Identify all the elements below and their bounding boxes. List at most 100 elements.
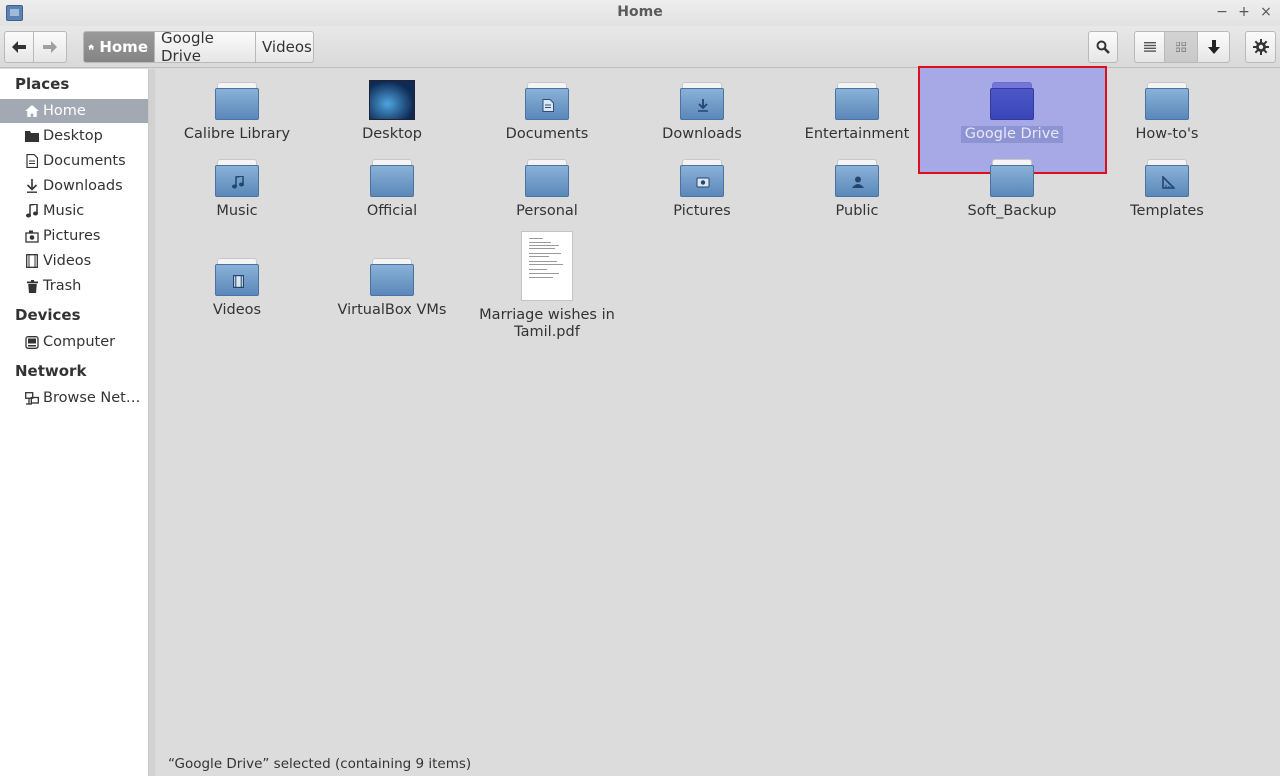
forward-button[interactable] bbox=[34, 31, 67, 63]
trash-icon bbox=[25, 279, 39, 293]
file-item-downloads[interactable]: Downloads bbox=[627, 80, 777, 143]
sidebar-item-label: Music bbox=[43, 203, 85, 219]
arrow-left-icon bbox=[12, 41, 26, 53]
breadcrumb-videos[interactable]: Videos bbox=[256, 31, 314, 63]
file-item-label: How-to's bbox=[1135, 126, 1199, 142]
list-view-button[interactable] bbox=[1134, 31, 1165, 63]
documents-icon bbox=[25, 154, 39, 168]
file-item-marriage-wishes-pdf[interactable]: Marriage wishes in Tamil.pdf bbox=[472, 231, 622, 341]
window-title: Home bbox=[617, 4, 663, 20]
view-options-button[interactable] bbox=[1198, 31, 1230, 63]
file-item-label: Desktop bbox=[362, 126, 422, 142]
file-item-label-line1: Marriage wishes in bbox=[479, 307, 615, 323]
sidebar-item-label: Downloads bbox=[43, 178, 123, 194]
file-item-google-drive[interactable]: Google Drive bbox=[937, 80, 1087, 143]
pdf-thumbnail-icon bbox=[521, 231, 573, 301]
pictures-icon bbox=[25, 229, 39, 243]
sidebar-item-videos[interactable]: Videos bbox=[0, 249, 148, 273]
maximize-button[interactable]: + bbox=[1236, 4, 1252, 20]
places-heading: Places bbox=[15, 75, 70, 93]
sidebar-item-label: Pictures bbox=[43, 228, 101, 244]
videos-icon bbox=[25, 254, 39, 268]
gear-icon bbox=[1252, 39, 1269, 55]
sidebar-item-music[interactable]: Music bbox=[0, 199, 148, 223]
title-bar: Home − + × bbox=[0, 0, 1280, 26]
desktop-thumbnail-icon bbox=[369, 80, 415, 120]
back-button[interactable] bbox=[4, 31, 34, 63]
folder-templates-icon bbox=[1145, 157, 1189, 197]
downloads-icon bbox=[25, 179, 39, 193]
breadcrumb: Home Google Drive Videos bbox=[83, 29, 314, 65]
file-item-label: Public bbox=[835, 203, 879, 219]
file-item-pictures[interactable]: Pictures bbox=[627, 157, 777, 220]
folder-icon bbox=[370, 157, 414, 197]
breadcrumb-home[interactable]: Home bbox=[83, 31, 155, 63]
file-item-how-tos[interactable]: How-to's bbox=[1092, 80, 1242, 143]
sidebar-item-browse-network[interactable]: Browse Net… bbox=[0, 386, 148, 410]
file-item-soft-backup[interactable]: Soft_Backup bbox=[937, 157, 1087, 220]
file-item-label: Templates bbox=[1130, 203, 1204, 219]
folder-public-icon bbox=[835, 157, 879, 197]
computer-icon bbox=[25, 335, 39, 349]
arrow-right-icon bbox=[43, 41, 57, 53]
file-item-desktop[interactable]: Desktop bbox=[317, 80, 467, 143]
file-item-label: Google Drive bbox=[960, 126, 1064, 143]
sidebar-resize-handle[interactable] bbox=[148, 69, 155, 776]
toolbar: Home Google Drive Videos bbox=[0, 26, 1280, 68]
search-icon bbox=[1096, 40, 1110, 54]
file-item-label: Documents bbox=[505, 126, 589, 142]
sidebar-item-documents[interactable]: Documents bbox=[0, 149, 148, 173]
folder-icon bbox=[835, 80, 879, 120]
sidebar-item-trash[interactable]: Trash bbox=[0, 274, 148, 298]
close-button[interactable]: × bbox=[1258, 4, 1274, 20]
home-icon bbox=[88, 44, 95, 50]
sidebar-item-label: Computer bbox=[43, 334, 116, 350]
file-item-official[interactable]: Official bbox=[317, 157, 467, 220]
sidebar-item-label: Trash bbox=[43, 278, 82, 294]
status-bar-text: “Google Drive” selected (containing 9 it… bbox=[168, 756, 472, 772]
file-item-label: Pictures bbox=[673, 203, 731, 219]
devices-heading: Devices bbox=[15, 306, 81, 324]
file-item-documents[interactable]: Documents bbox=[472, 80, 622, 143]
folder-downloads-icon bbox=[680, 80, 724, 120]
sidebar-item-pictures[interactable]: Pictures bbox=[0, 224, 148, 248]
file-item-label: Official bbox=[366, 203, 418, 219]
arrow-down-icon bbox=[1207, 40, 1220, 54]
file-item-templates[interactable]: Templates bbox=[1092, 157, 1242, 220]
folder-icon bbox=[990, 157, 1034, 197]
list-icon bbox=[1143, 42, 1156, 52]
file-item-label: Music bbox=[216, 203, 258, 219]
breadcrumb-home-label: Home bbox=[99, 38, 148, 56]
file-item-videos[interactable]: Videos bbox=[162, 256, 312, 319]
file-item-personal[interactable]: Personal bbox=[472, 157, 622, 220]
sidebar-item-label: Browse Net… bbox=[43, 390, 141, 406]
folder-music-icon bbox=[215, 157, 259, 197]
folder-icon bbox=[215, 80, 259, 120]
sidebar-item-desktop[interactable]: Desktop bbox=[0, 124, 148, 148]
folder-icon bbox=[1145, 80, 1189, 120]
file-item-virtualbox-vms[interactable]: VirtualBox VMs bbox=[317, 256, 467, 319]
grid-icon bbox=[1176, 42, 1186, 52]
home-icon bbox=[25, 104, 39, 118]
minimize-button[interactable]: − bbox=[1214, 4, 1230, 20]
file-item-public[interactable]: Public bbox=[782, 157, 932, 220]
file-item-label: Downloads bbox=[662, 126, 742, 142]
breadcrumb-google-drive[interactable]: Google Drive bbox=[155, 29, 256, 65]
settings-button[interactable] bbox=[1245, 31, 1276, 63]
sidebar-item-label: Documents bbox=[43, 153, 126, 169]
file-item-entertainment[interactable]: Entertainment bbox=[782, 80, 932, 143]
file-item-label: Soft_Backup bbox=[967, 203, 1057, 219]
sidebar-item-downloads[interactable]: Downloads bbox=[0, 174, 148, 198]
file-item-label: VirtualBox VMs bbox=[337, 302, 447, 318]
search-button[interactable] bbox=[1088, 31, 1118, 63]
sidebar-item-computer[interactable]: Computer bbox=[0, 330, 148, 354]
desktop-icon bbox=[25, 129, 39, 143]
file-item-label: Personal bbox=[516, 203, 578, 219]
file-item-music[interactable]: Music bbox=[162, 157, 312, 220]
icon-view-button[interactable] bbox=[1165, 31, 1198, 63]
file-item-label: Entertainment bbox=[804, 126, 910, 142]
sidebar-item-home[interactable]: Home bbox=[0, 99, 148, 123]
file-item-calibre-library[interactable]: Calibre Library bbox=[162, 80, 312, 143]
file-item-label: Marriage wishes in Tamil.pdf bbox=[475, 307, 619, 341]
network-icon bbox=[25, 391, 39, 405]
